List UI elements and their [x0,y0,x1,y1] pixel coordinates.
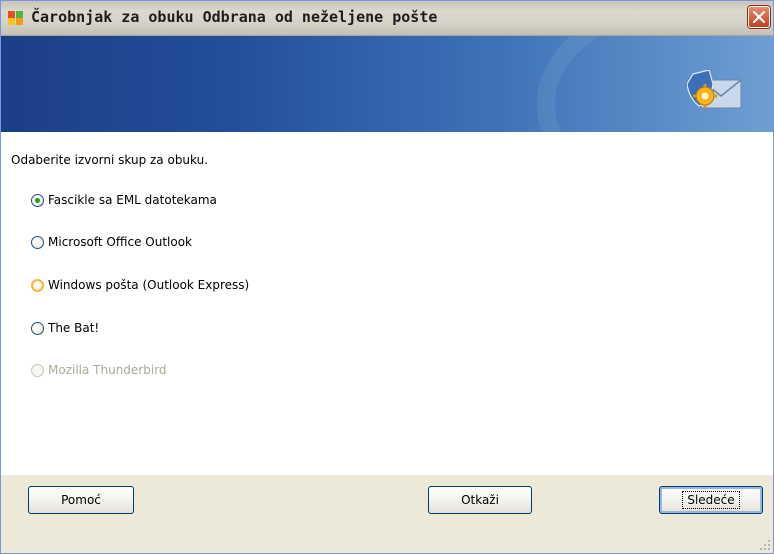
cancel-button[interactable]: Otkaži [428,486,532,514]
option-label: Windows pošta (Outlook Express) [48,278,250,292]
option-label: Microsoft Office Outlook [48,235,192,249]
wizard-window: Čarobnjak za obuku Odbrana od neželjene … [0,0,774,554]
radio-button-disabled [31,363,44,377]
title-bar[interactable]: Čarobnjak za obuku Odbrana od neželjene … [1,1,773,36]
option-windows-mail[interactable]: Windows pošta (Outlook Express) [31,276,249,294]
close-icon [753,11,765,23]
resize-grip-icon[interactable] [759,539,771,551]
app-icon [8,11,23,25]
window-title: Čarobnjak za obuku Odbrana od neželjene … [31,8,438,26]
header-banner [1,36,773,132]
radio-button-selected[interactable] [31,193,44,207]
wizard-content: Odaberite izvorni skup za obuku. Fascikl… [1,132,773,475]
option-label: The Bat! [48,321,100,335]
close-button[interactable] [748,6,770,28]
next-button[interactable]: Sledeće [659,486,763,514]
cancel-button-label: Otkaži [461,493,499,507]
prompt-text: Odaberite izvorni skup za obuku. [11,153,209,167]
option-mozilla-thunderbird: Mozilla Thunderbird [31,361,167,379]
radio-button-hover[interactable] [31,278,44,292]
option-microsoft-outlook[interactable]: Microsoft Office Outlook [31,233,192,251]
button-bar: Pomoć Otkaži Sledeće [1,475,773,553]
next-button-label: Sledeće [682,491,740,509]
radio-button[interactable] [31,321,44,335]
help-button[interactable]: Pomoć [28,486,134,514]
option-the-bat[interactable]: The Bat! [31,319,99,337]
option-label: Mozilla Thunderbird [48,363,167,377]
option-label: Fascikle sa EML datotekama [48,193,217,207]
help-button-label: Pomoć [61,493,101,507]
radio-button[interactable] [31,235,44,249]
mail-shield-gear-icon [687,70,742,109]
option-eml-folders[interactable]: Fascikle sa EML datotekama [31,191,217,209]
